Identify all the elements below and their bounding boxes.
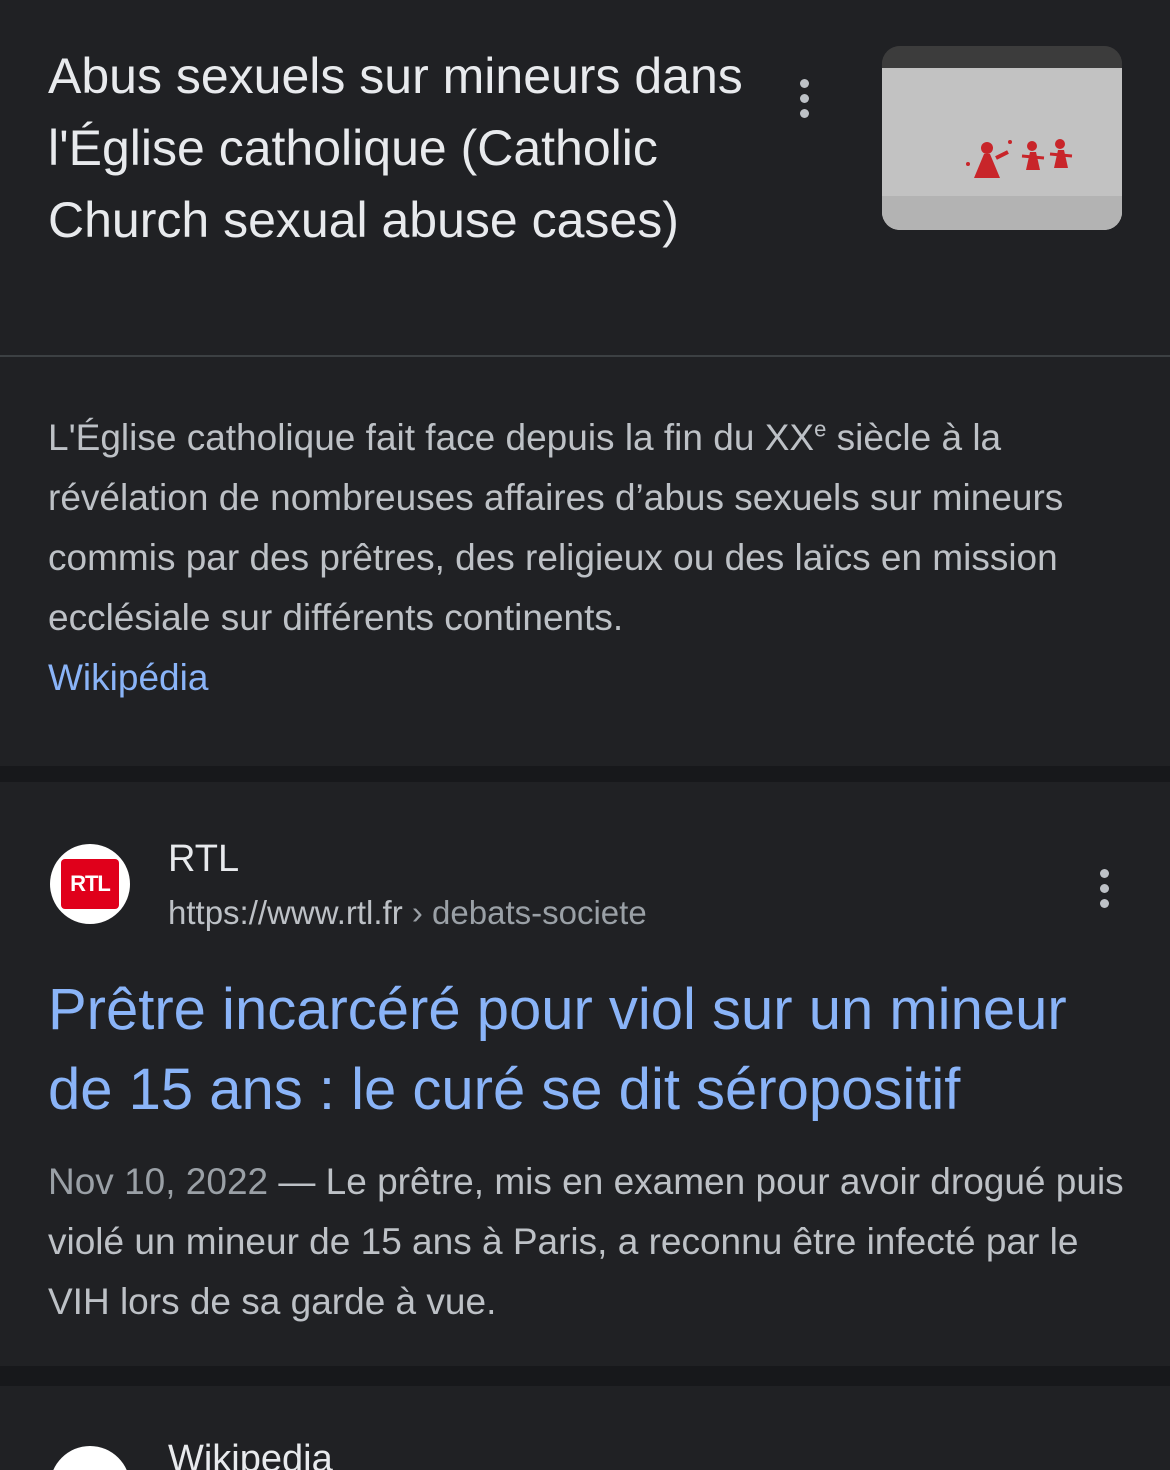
result-title-link[interactable]: Prêtre incarcéré pour viol sur un mineur… (48, 970, 1128, 1130)
description-superscript: e (814, 416, 827, 442)
site-name[interactable]: RTL (168, 838, 239, 881)
knowledge-panel-title[interactable]: Abus sexuels sur mineurs dans l'Église c… (48, 40, 748, 256)
url-breadcrumb: › debats-societe (402, 894, 647, 931)
search-result-next: Wikipedia (0, 1386, 1170, 1470)
url-base: https://www.rtl.fr (168, 894, 403, 931)
rtl-logo-icon: RTL (61, 859, 119, 909)
site-url[interactable]: https://www.rtl.fr › debats-societe (168, 894, 647, 932)
more-vert-icon[interactable] (1084, 858, 1124, 918)
card-separator (0, 766, 1170, 782)
card-separator (0, 1366, 1170, 1386)
divider (0, 355, 1170, 357)
result-snippet: Nov 10, 2022 — Le prêtre, mis en examen … (48, 1152, 1128, 1332)
description-text: L'Église catholique fait face depuis la … (48, 417, 815, 458)
search-result: RTL RTL https://www.rtl.fr › debats-soci… (0, 782, 1170, 1366)
site-favicon[interactable]: RTL (50, 844, 130, 924)
more-vert-icon[interactable] (784, 68, 824, 128)
knowledge-panel: Abus sexuels sur mineurs dans l'Église c… (0, 0, 1170, 766)
source-link-wikipedia[interactable]: Wikipédia (48, 648, 1128, 708)
site-name[interactable]: Wikipedia (168, 1438, 333, 1470)
knowledge-panel-description: L'Église catholique fait face depuis la … (48, 408, 1128, 708)
knowledge-panel-thumbnail[interactable] (882, 46, 1122, 230)
site-favicon[interactable] (50, 1446, 130, 1470)
result-date: Nov 10, 2022 (48, 1161, 269, 1202)
graffiti-image (882, 46, 1122, 230)
